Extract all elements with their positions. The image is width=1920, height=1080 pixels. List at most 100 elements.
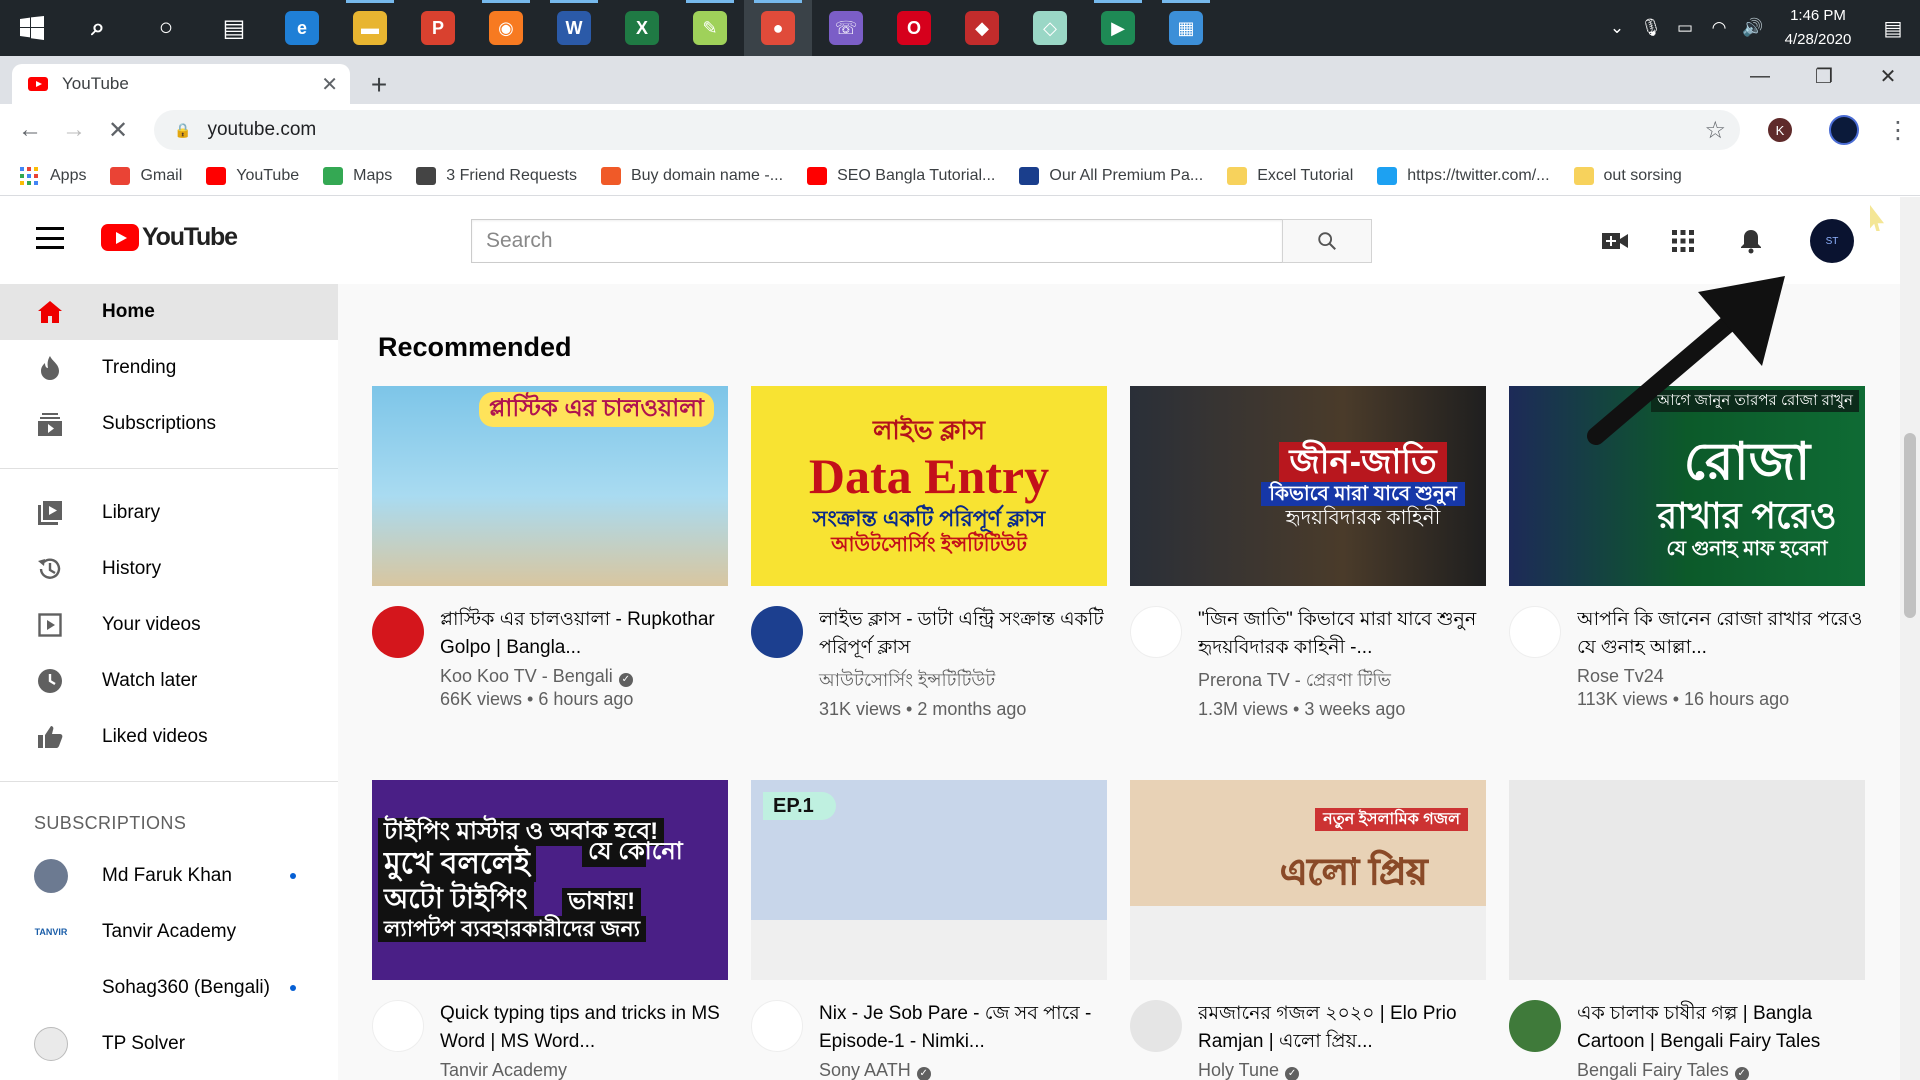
back-button[interactable]: ← [8, 108, 52, 152]
search-button[interactable] [1282, 219, 1372, 263]
sidebar-item-watch-later[interactable]: Watch later [0, 653, 338, 709]
video-title[interactable]: রমজানের গজল ২০২০ | Elo Prio Ramjan | এলো… [1198, 1000, 1486, 1056]
guide-menu-icon[interactable] [36, 227, 64, 249]
sidebar-item-library[interactable]: Library [0, 485, 338, 541]
channel-name[interactable]: আউটসোর্সিং ইন্সটিটিউট [819, 670, 995, 690]
channel-avatar[interactable] [751, 606, 803, 658]
channel-name[interactable]: Holy Tune [1198, 1060, 1279, 1080]
bookmark-item[interactable]: https://twitter.com/... [1377, 166, 1550, 185]
video-title[interactable]: আপনি কি জানেন রোজা রাখার পরেও যে গুনাহ আ… [1577, 606, 1865, 662]
channel-name[interactable]: Bengali Fairy Tales [1577, 1060, 1729, 1080]
video-title[interactable]: লাইভ ক্লাস - ডাটা এন্ট্রি সংক্রান্ত একটি… [819, 606, 1107, 662]
taskbar-edge-icon[interactable]: e [268, 0, 336, 56]
channel-avatar[interactable] [372, 1000, 424, 1052]
video-card[interactable]: EP.1 Nix - Je Sob Pare - জে সব পারে - Epi… [751, 780, 1107, 1080]
sidebar-item-liked-videos[interactable]: Liked videos [0, 709, 338, 765]
taskbar-file-explorer-icon[interactable]: ▬ [336, 0, 404, 56]
taskbar-word-icon[interactable]: W [540, 0, 608, 56]
taskbar-task-view-icon[interactable]: ▤ [200, 0, 268, 56]
channel-avatar[interactable] [1509, 1000, 1561, 1052]
windows-start-button[interactable] [0, 0, 64, 56]
video-card[interactable]: টাইপিং মাস্টার ও অবাক হবে! মুখে বললেই যে ক… [372, 780, 728, 1080]
channel-avatar[interactable] [372, 606, 424, 658]
subscription-item[interactable]: TP Solver [0, 1016, 338, 1072]
video-title[interactable]: Quick typing tips and tricks in MS Word … [440, 1000, 728, 1056]
taskbar-pdf-app-icon[interactable]: P [404, 0, 472, 56]
channel-avatar[interactable] [751, 1000, 803, 1052]
minimize-button[interactable]: — [1728, 56, 1792, 96]
video-thumbnail[interactable]: প্লাস্টিক এর চালওয়ালা [372, 386, 728, 586]
bookmark-item[interactable]: out sorsing [1573, 166, 1682, 185]
taskbar-search-icon[interactable]: ⌕ [64, 0, 132, 56]
battery-icon[interactable]: ▭ [1668, 18, 1702, 38]
video-title[interactable]: এক চালাক চাষীর গল্প | Bangla Cartoon | B… [1577, 1000, 1865, 1056]
close-tab-icon[interactable]: ✕ [321, 72, 338, 97]
page-scrollbar[interactable] [1900, 197, 1920, 1080]
bookmark-item[interactable]: 3 Friend Requests [416, 166, 577, 185]
video-thumbnail[interactable] [1509, 780, 1865, 980]
channel-avatar[interactable] [1130, 606, 1182, 658]
channel-name[interactable]: Koo Koo TV - Bengali [440, 666, 613, 686]
video-thumbnail[interactable]: লাইভ ক্লাস Data Entry সংক্রান্ত একটি পরিপূ… [751, 386, 1107, 586]
bookmark-item[interactable]: Maps [323, 166, 392, 185]
close-window-button[interactable]: ✕ [1856, 56, 1920, 96]
taskbar-excel-icon[interactable]: X [608, 0, 676, 56]
stop-loading-button[interactable]: ✕ [96, 108, 140, 152]
wifi-icon[interactable]: ◠ [1702, 18, 1736, 38]
taskbar-cortana-icon[interactable]: ○ [132, 0, 200, 56]
bookmark-star-icon[interactable]: ☆ [1704, 116, 1726, 145]
video-title[interactable]: Nix - Je Sob Pare - জে সব পারে - Episode… [819, 1000, 1107, 1056]
taskbar-firefox-icon[interactable]: ◉ [472, 0, 540, 56]
channel-name[interactable]: Sony AATH [819, 1060, 911, 1080]
create-video-icon[interactable] [1600, 226, 1630, 256]
account-avatar[interactable]: ST [1810, 219, 1854, 263]
bookmark-item[interactable]: Excel Tutorial [1227, 166, 1353, 185]
taskbar-viber-icon[interactable]: ☏ [812, 0, 880, 56]
taskbar-app-gem-icon[interactable]: ◇ [1016, 0, 1084, 56]
profile-button[interactable] [1812, 115, 1876, 145]
video-thumbnail[interactable]: টাইপিং মাস্টার ও অবাক হবে! মুখে বললেই যে ক… [372, 780, 728, 980]
lock-icon[interactable]: 🔒 [174, 122, 191, 139]
taskbar-chrome-icon[interactable]: ● [744, 0, 812, 56]
forward-button[interactable]: → [52, 108, 96, 152]
video-title[interactable]: "জিন জাতি" কিভাবে মারা যাবে শুনুন হৃদয়ব… [1198, 606, 1486, 662]
channel-name[interactable]: Rose Tv24 [1577, 666, 1664, 686]
sidebar-item-subscriptions[interactable]: Subscriptions [0, 396, 338, 452]
taskbar-app-red-icon[interactable]: ◆ [948, 0, 1016, 56]
bookmark-item[interactable]: Apps [20, 166, 86, 185]
scrollbar-thumb[interactable] [1904, 433, 1916, 618]
channel-name[interactable]: Prerona TV - প্রেরণা টিভি [1198, 670, 1391, 690]
taskbar-opera-icon[interactable]: O [880, 0, 948, 56]
extension-button[interactable]: K [1748, 118, 1812, 142]
video-card[interactable]: জীন-জাতি কিভাবে মারা যাবে শুনুন হৃদয়বিদার… [1130, 386, 1486, 720]
notifications-bell-icon[interactable] [1736, 226, 1766, 256]
video-title[interactable]: প্লাস্টিক এর চালওয়ালা - Rupkothar Golpo… [440, 606, 728, 662]
subscription-item[interactable]: Md Faruk Khan [0, 848, 338, 904]
bookmark-item[interactable]: YouTube [206, 166, 299, 185]
youtube-logo[interactable]: YouTube [101, 223, 238, 252]
bookmark-item[interactable]: SEO Bangla Tutorial... [807, 166, 995, 185]
action-center-icon[interactable]: ▤ [1866, 16, 1920, 41]
channel-avatar[interactable] [1130, 1000, 1182, 1052]
subscription-item[interactable]: TANVIR Tanvir Academy [0, 904, 338, 960]
chrome-menu-icon[interactable]: ⋮ [1876, 116, 1920, 145]
video-thumbnail[interactable]: জীন-জাতি কিভাবে মারা যাবে শুনুন হৃদয়বিদার… [1130, 386, 1486, 586]
apps-grid-icon[interactable] [1668, 226, 1698, 256]
system-clock[interactable]: 1:46 PM 4/28/2020 [1770, 4, 1866, 52]
bookmark-item[interactable]: Our All Premium Pa... [1019, 166, 1203, 185]
restore-button[interactable]: ❐ [1792, 56, 1856, 96]
taskbar-app-green-icon[interactable]: ▶ [1084, 0, 1152, 56]
bookmark-item[interactable]: Buy domain name -... [600, 166, 783, 185]
subscription-item[interactable]: Sohag360 (Bengali) [0, 960, 338, 1016]
volume-icon[interactable]: 🔊 [1736, 18, 1770, 38]
video-card[interactable]: প্লাস্টিক এর চালওয়ালা প্লাস্টিক এর চালওয… [372, 386, 728, 710]
browser-tab[interactable]: YouTube ✕ [12, 64, 350, 104]
video-card[interactable]: নতুন ইসলামিক গজল এলো প্রিয় রমজানের গজল ২০… [1130, 780, 1486, 1080]
chevron-up-icon[interactable]: ⌄ [1600, 18, 1634, 38]
search-input[interactable]: Search [471, 219, 1282, 263]
sidebar-item-your-videos[interactable]: Your videos [0, 597, 338, 653]
video-thumbnail[interactable]: নতুন ইসলামিক গজল এলো প্রিয় [1130, 780, 1486, 980]
video-thumbnail[interactable]: EP.1 [751, 780, 1107, 980]
video-card[interactable]: এক চালাক চাষীর গল্প | Bangla Cartoon | B… [1509, 780, 1865, 1080]
microphone-icon[interactable]: 🎙 [1634, 18, 1668, 38]
